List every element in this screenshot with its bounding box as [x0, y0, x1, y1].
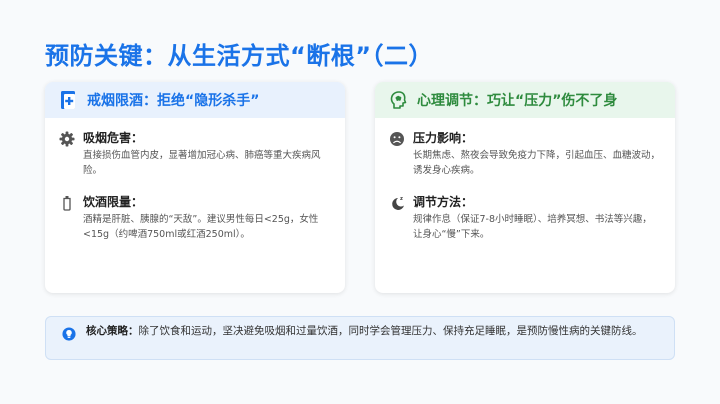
gear-icon — [59, 131, 75, 147]
drinking-limit-title: 饮酒限量： — [83, 195, 144, 209]
core-strategy-label: 核心策略： — [86, 325, 139, 337]
svg-text:z: z — [400, 196, 403, 202]
core-strategy-body: 除了饮食和运动，坚决避免吸烟和过量饮酒，同时学会管理压力、保持充足睡眠，是预防慢… — [138, 325, 643, 337]
drinking-limit-text: 酒精是肝脏、胰腺的“天敌”。建议男性每日<25g，女性<15g（约啤酒750ml… — [83, 214, 319, 240]
core-strategy-text: 核心策略：除了饮食和运动，坚决避免吸烟和过量饮酒，同时学会管理压力、保持充足睡眠… — [86, 323, 643, 339]
quit-smoking-card-header: 戒烟限酒：拒绝“隐形杀手” — [45, 82, 345, 118]
stress-impact-text: 长期焦虑、熬夜会导致免疫力下降，引起血压、血糖波动，诱发身心疾病。 — [413, 150, 661, 176]
lightbulb-icon — [62, 327, 76, 341]
quit-smoking-card: 戒烟限酒：拒绝“隐形杀手” 吸烟危害： 直接损伤血管内皮，显著增加冠心病、肺癌等… — [45, 82, 345, 293]
adjust-method-text: 规律作息（保证7-8小时睡眠）、培养冥想、书法等兴趣，让身心“慢”下来。 — [413, 214, 652, 240]
smoking-harm-text: 直接损伤血管内皮，显著增加冠心病、肺癌等重大疾病风险。 — [83, 150, 321, 176]
sad-face-icon — [390, 132, 404, 146]
mental-adjust-card-title: 心理调节：巧让“压力”伤不了身 — [417, 93, 618, 109]
core-strategy-box: 核心策略：除了饮食和运动，坚决避免吸烟和过量饮酒，同时学会管理压力、保持充足睡眠… — [45, 316, 675, 360]
stress-impact-item: 压力影响： 长期焦虑、熬夜会导致免疫力下降，引起血压、血糖波动，诱发身心疾病。 — [389, 130, 661, 178]
stress-impact-title: 压力影响： — [413, 131, 474, 145]
moon-sleep-icon: z — [392, 196, 404, 210]
mental-adjust-card: 心理调节：巧让“压力”伤不了身 压力影响： 长期焦虑、熬夜会导致免疫力下降，引起… — [375, 82, 675, 293]
drinking-limit-item: 饮酒限量： 酒精是肝脏、胰腺的“天敌”。建议男性每日<25g，女性<15g（约啤… — [59, 194, 331, 242]
smoking-harm-title: 吸烟危害： — [83, 131, 144, 145]
page-title: 预防关键：从生活方式“断根”（二） — [45, 42, 434, 70]
mental-adjust-card-header: 心理调节：巧让“压力”伤不了身 — [375, 82, 675, 118]
adjust-method-title: 调节方法： — [413, 195, 474, 209]
head-mind-icon — [390, 91, 407, 109]
smoking-harm-item: 吸烟危害： 直接损伤血管内皮，显著增加冠心病、肺癌等重大疾病风险。 — [59, 130, 331, 178]
bottle-icon — [63, 196, 71, 211]
quit-smoking-card-title: 戒烟限酒：拒绝“隐形杀手” — [87, 93, 260, 109]
hospital-cross-icon — [61, 91, 75, 109]
adjust-method-item: z 调节方法： 规律作息（保证7-8小时睡眠）、培养冥想、书法等兴趣，让身心“慢… — [389, 194, 661, 242]
